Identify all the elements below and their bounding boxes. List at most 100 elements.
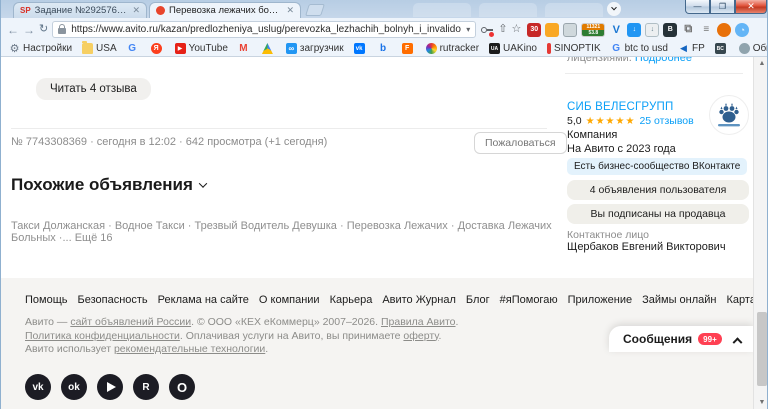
bookmark-item[interactable]: Я bbox=[150, 43, 165, 54]
url-text[interactable]: https://www.avito.ru/kazan/predlozheniya… bbox=[71, 24, 461, 35]
forward-button[interactable]: → bbox=[23, 24, 35, 36]
vk-icon[interactable]: vk bbox=[25, 374, 51, 400]
similar-link[interactable]: Перевозка Лежачих bbox=[347, 220, 458, 232]
clipboard-icon[interactable] bbox=[563, 22, 578, 37]
seller-ads-button[interactable]: 4 объявления пользователя bbox=[567, 180, 749, 200]
bookmark-favicon-icon: G bbox=[612, 43, 621, 54]
dl-blue-icon[interactable]: ↓ bbox=[627, 22, 642, 37]
puzzle-icon[interactable]: ⧉ bbox=[681, 23, 695, 37]
bookmark-item[interactable]: ∞ загрузчик bbox=[285, 43, 344, 54]
vk-community-badge[interactable]: Есть бизнес-сообщество ВКонтакте bbox=[567, 158, 748, 175]
scroll-up-icon[interactable]: ▲ bbox=[754, 57, 767, 70]
similar-ads-heading[interactable]: Похожие объявления bbox=[11, 175, 208, 195]
dl-gray-icon[interactable]: ↓ bbox=[645, 22, 660, 37]
tab-strip: SP Задание №2925766 - просмотр з ✕ Перев… bbox=[1, 0, 767, 18]
bookmark-item[interactable] bbox=[261, 43, 276, 54]
footer-legal-link[interactable]: Правила Авито bbox=[381, 316, 456, 328]
globe-icon[interactable]: ◔ bbox=[735, 22, 750, 37]
footer-link[interactable]: Авито Журнал bbox=[382, 294, 456, 306]
vertical-scrollbar[interactable]: ▲ ▼ bbox=[753, 57, 767, 409]
similar-link[interactable]: Такси Должанская bbox=[11, 220, 115, 232]
bookmark-star-icon[interactable]: ☆ bbox=[511, 24, 521, 35]
bookmark-favicon-icon: F bbox=[401, 43, 413, 54]
b-dark-icon[interactable]: B bbox=[663, 22, 678, 37]
read-reviews-button[interactable]: Читать 4 отзыва bbox=[36, 78, 151, 100]
tab-avito-active[interactable]: Перевозка лежачих больных и и ✕ bbox=[149, 2, 301, 18]
bookmark-item[interactable]: ▶ YouTube bbox=[174, 43, 228, 54]
messages-widget[interactable]: Сообщения 99+ bbox=[609, 326, 753, 352]
bookmark-label: YouTube bbox=[188, 43, 228, 54]
footer-link[interactable]: Реклама на сайте bbox=[158, 294, 249, 306]
footer-legal-fragment: . bbox=[438, 329, 442, 342]
bookmark-item[interactable]: USA bbox=[82, 41, 117, 54]
footer-link[interactable]: Помощь bbox=[25, 294, 68, 306]
tab-task[interactable]: SP Задание №2925766 - просмотр з ✕ bbox=[13, 2, 147, 18]
footer-link[interactable]: Блог bbox=[466, 294, 490, 306]
scroll-down-icon[interactable]: ▼ bbox=[754, 396, 767, 409]
footer-link[interactable]: Безопасность bbox=[78, 294, 148, 306]
bookmark-item[interactable]: ◀ FP bbox=[678, 43, 705, 54]
bookmark-item[interactable]: M bbox=[238, 43, 252, 54]
footer-legal-link[interactable]: сайт объявлений России bbox=[70, 316, 191, 328]
bookmark-item[interactable]: SINOPTIK bbox=[546, 43, 601, 54]
footer-link[interactable]: Приложение bbox=[568, 294, 633, 306]
cal30-icon[interactable]: 30 bbox=[527, 22, 542, 37]
maximize-button[interactable]: ❐ bbox=[710, 0, 735, 14]
tab-close-icon[interactable]: ✕ bbox=[286, 5, 294, 16]
footer-link[interactable]: Карьера bbox=[330, 294, 373, 306]
minimize-button[interactable]: — bbox=[685, 0, 710, 14]
rutube-icon[interactable]: R bbox=[133, 374, 159, 400]
footer-link[interactable]: Карта сайта bbox=[727, 294, 754, 306]
bookmark-item[interactable]: rutracker bbox=[425, 43, 479, 54]
dzen-icon[interactable]: O bbox=[169, 374, 195, 400]
similar-ads-title: Похожие объявления bbox=[11, 175, 193, 194]
tab-search-icon[interactable] bbox=[607, 2, 621, 16]
reader-icon[interactable]: ≡ bbox=[699, 23, 713, 37]
bookmark-item[interactable]: Обмінник bbox=[738, 43, 767, 54]
footer-legal-link[interactable]: рекомендательные технологии bbox=[114, 343, 265, 355]
url-bar[interactable]: https://www.avito.ru/kazan/predlozheniya… bbox=[52, 21, 477, 38]
footer-link[interactable]: Займы онлайн bbox=[642, 294, 716, 306]
bookmark-item[interactable]: G bbox=[127, 43, 141, 54]
scrollbar-thumb[interactable] bbox=[757, 312, 767, 386]
ok-icon[interactable]: ok bbox=[61, 374, 87, 400]
bookmark-item[interactable]: UA UAKino bbox=[489, 43, 537, 54]
bookmark-item[interactable]: b bbox=[378, 43, 392, 54]
seller-name-link[interactable]: СИБ ВЕЛЕСГРУПП bbox=[567, 101, 673, 113]
footer-link[interactable]: О компании bbox=[259, 294, 320, 306]
footer-link[interactable]: #яПомогаю bbox=[500, 294, 558, 306]
background-window-tab bbox=[545, 3, 603, 17]
v-blue-icon[interactable]: V bbox=[609, 23, 623, 37]
share-icon[interactable]: ⇧ bbox=[498, 24, 507, 35]
similar-more-link[interactable]: Ещё 16 bbox=[75, 232, 113, 244]
reviews-count-link[interactable]: 25 отзывов bbox=[639, 115, 693, 127]
similar-link[interactable]: Трезвый Водитель Девушка bbox=[195, 220, 347, 232]
footer-legal-link[interactable]: Политика конфиденциальности bbox=[25, 330, 180, 342]
bookmark-label: USA bbox=[96, 43, 117, 54]
bookmark-item[interactable]: F bbox=[401, 43, 416, 54]
bookmark-item[interactable]: BC bbox=[714, 43, 729, 54]
similar-link[interactable]: Водное Такси bbox=[115, 220, 195, 232]
bookmark-favicon-icon: ◀ bbox=[680, 43, 687, 53]
profile-icon[interactable] bbox=[717, 22, 732, 37]
seller-card: СИБ ВЕЛЕСГРУПП 5,0 ★★★★★ 25 отзывов Комп… bbox=[567, 57, 753, 287]
tampermonkey-icon[interactable] bbox=[545, 22, 560, 37]
bookmark-favicon-icon: vk bbox=[353, 43, 365, 54]
ltc-ticker-icon[interactable]: 11321 53.8 bbox=[581, 22, 606, 37]
tab-close-icon[interactable]: ✕ bbox=[132, 5, 140, 16]
telegram-icon[interactable] bbox=[97, 374, 123, 400]
subscribed-button[interactable]: Вы подписаны на продавца bbox=[567, 204, 749, 224]
reload-button[interactable]: ↻ bbox=[39, 24, 48, 35]
chevron-down-icon bbox=[198, 179, 208, 188]
bookmark-item[interactable]: ⚙ Настройки bbox=[9, 43, 72, 55]
report-button[interactable]: Пожаловаться bbox=[474, 132, 567, 154]
url-dropdown-icon[interactable]: ▾ bbox=[466, 25, 470, 34]
bookmark-item[interactable]: G btc to usd bbox=[611, 43, 668, 54]
seller-avatar[interactable] bbox=[709, 95, 749, 135]
close-button[interactable]: ✕ bbox=[735, 0, 767, 14]
password-manager-icon[interactable] bbox=[480, 23, 495, 37]
footer-legal-link[interactable]: оферту bbox=[403, 330, 438, 342]
back-button[interactable]: ← bbox=[7, 24, 19, 36]
new-tab-button[interactable] bbox=[305, 4, 325, 16]
bookmark-item[interactable]: vk bbox=[353, 43, 368, 54]
